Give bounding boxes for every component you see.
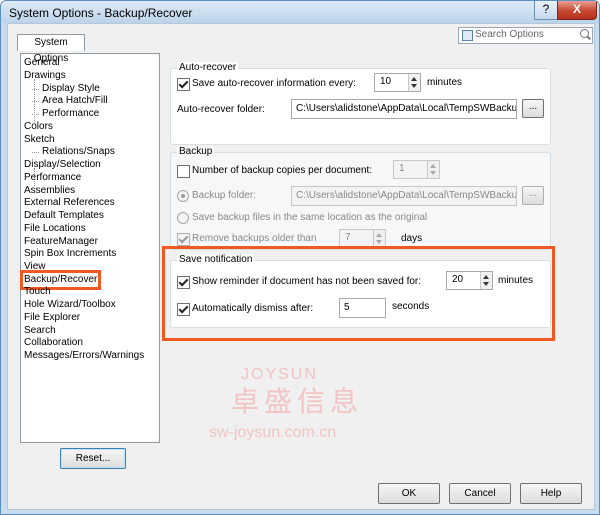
tree-item-default-templates[interactable]: Default Templates	[24, 210, 104, 222]
tree-item-drawings-performance[interactable]: Performance	[31, 108, 99, 120]
tree-item-performance[interactable]: Performance	[24, 172, 81, 184]
autorecover-interval-value: 10	[380, 76, 392, 87]
tree-item-touch[interactable]: Touch	[24, 286, 51, 298]
autorecover-group: Auto-recover Save auto-recover informati…	[170, 62, 551, 145]
watermark-url: sw-joysun.com.cn	[209, 424, 337, 441]
autorecover-folder-label: Auto-recover folder:	[177, 104, 265, 115]
backup-group: Backup Number of backup copies per docum…	[170, 146, 551, 250]
backup-copies-spinbox[interactable]: 1	[393, 160, 440, 179]
tree-item-display-style[interactable]: Display Style	[32, 83, 100, 95]
options-search-icon	[462, 30, 473, 41]
close-button[interactable]: X	[557, 1, 597, 20]
autorecover-browse-button[interactable]: ...	[522, 99, 544, 118]
autorecover-checkbox[interactable]	[177, 78, 190, 91]
tree-item-drawings[interactable]: Drawings	[24, 70, 66, 82]
backup-browse-button[interactable]: ...	[522, 186, 544, 205]
tree-item-assemblies[interactable]: Assemblies	[24, 185, 75, 197]
tree-item-file-locations[interactable]: File Locations	[24, 223, 86, 235]
tree-item-external-references[interactable]: External References	[24, 197, 115, 209]
autorecover-interval-unit: minutes	[427, 77, 463, 88]
spin-arrows-icon[interactable]	[373, 230, 385, 247]
tree-item-file-explorer[interactable]: File Explorer	[24, 312, 80, 324]
backup-copies-label: Number of backup copies per document:	[192, 165, 373, 176]
backup-folder-radio[interactable]	[177, 190, 189, 202]
spin-arrows-icon[interactable]	[427, 161, 439, 178]
search-placeholder: Search Options	[475, 29, 544, 40]
backup-same-location-label: Save backup files in the same location a…	[192, 212, 428, 223]
remove-backups-value: 7	[345, 232, 351, 243]
backup-folder-field[interactable]: C:\Users\alidstone\AppData\Local\TempSWB…	[291, 186, 517, 206]
autorecover-label: Save auto-recover information every:	[192, 78, 356, 89]
tree-item-display-selection[interactable]: Display/Selection	[24, 159, 101, 171]
tree-item-area-hatch-fill[interactable]: Area Hatch/Fill	[32, 95, 108, 107]
autorecover-group-title: Auto-recover	[177, 62, 239, 73]
backup-copies-checkbox[interactable]	[177, 165, 190, 178]
reset-button[interactable]: Reset...	[60, 448, 126, 469]
ok-button[interactable]: OK	[378, 483, 440, 504]
tree-item-colors[interactable]: Colors	[24, 121, 53, 133]
title-bar[interactable]: System Options - Backup/Recover ? X	[1, 1, 599, 23]
backup-folder-path: C:\Users\alidstone\AppData\Local\TempSWB…	[296, 190, 517, 201]
autorecover-folder-path: C:\Users\alidstone\AppData\Local\TempSWB…	[296, 103, 517, 114]
autorecover-folder-field[interactable]: C:\Users\alidstone\AppData\Local\TempSWB…	[291, 99, 517, 119]
highlight-frame	[162, 246, 555, 341]
help-button[interactable]: Help	[520, 483, 582, 504]
tree-item-relations-snaps[interactable]: Relations/Snaps	[32, 146, 115, 158]
system-options-window: System Options - Backup/Recover ? X Sear…	[0, 0, 600, 515]
watermark-cn: 卓盛信息	[231, 386, 364, 417]
remove-backups-label: Remove backups older than	[192, 233, 317, 244]
backup-folder-label: Backup folder:	[192, 190, 256, 201]
remove-backups-unit: days	[401, 233, 423, 244]
backup-group-title: Backup	[177, 146, 215, 157]
tree-item-backup-recover[interactable]: Backup/Recover	[19, 270, 102, 290]
help-title-button[interactable]: ?	[534, 1, 558, 20]
dialog-client: Search Options System Options General Dr…	[7, 23, 595, 510]
tab-system-options[interactable]: System Options	[17, 34, 85, 64]
tree-item-hole-wizard-toolbox[interactable]: Hole Wizard/Toolbox	[24, 299, 116, 311]
tree-item-view[interactable]: View	[24, 261, 46, 273]
search-options-input[interactable]: Search Options	[458, 27, 593, 44]
options-tree: General Drawings Display Style Area Hatc…	[19, 53, 160, 443]
magnifier-icon[interactable]	[580, 29, 589, 38]
spin-arrows-icon[interactable]	[408, 74, 420, 91]
tree-item-sketch[interactable]: Sketch	[24, 134, 55, 146]
cancel-button[interactable]: Cancel	[449, 483, 511, 504]
tree-item-featuremanager[interactable]: FeatureManager	[24, 236, 98, 248]
backup-copies-value: 1	[399, 163, 405, 174]
tree-item-search[interactable]: Search	[24, 325, 56, 337]
autorecover-interval-spinbox[interactable]: 10	[374, 73, 421, 92]
tree-item-collaboration[interactable]: Collaboration	[24, 337, 83, 349]
backup-same-location-radio[interactable]	[177, 212, 189, 224]
tree-item-messages-errors-warnings[interactable]: Messages/Errors/Warnings	[24, 350, 144, 362]
tree-item-spin-box-increments[interactable]: Spin Box Increments	[24, 248, 116, 260]
remove-backups-checkbox[interactable]	[177, 233, 190, 246]
window-title: System Options - Backup/Recover	[9, 6, 193, 20]
watermark: JOYSUN 卓盛信息 sw-joysun.com.cn	[191, 342, 391, 492]
